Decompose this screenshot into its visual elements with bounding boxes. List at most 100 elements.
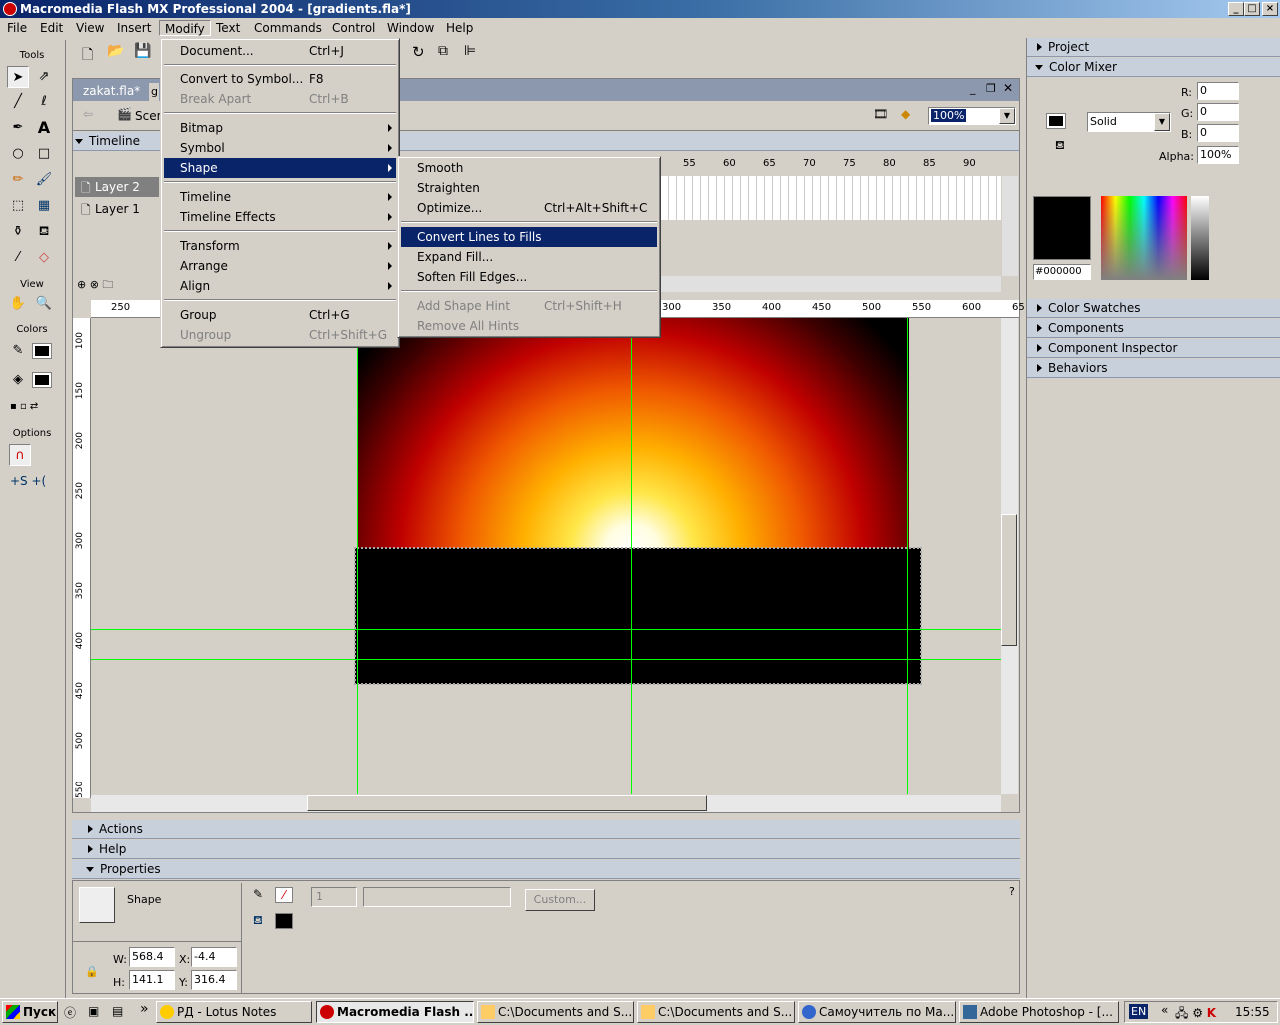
eraser-tool-icon[interactable]: ◇ [33, 247, 55, 269]
menu-item-symbol[interactable]: Symbol [164, 138, 396, 158]
doc-min-icon[interactable]: _ [970, 82, 976, 95]
menu-item-arrange[interactable]: Arrange [164, 256, 396, 276]
subselect-tool-icon[interactable]: ⇗ [33, 66, 55, 88]
add-layer-icons[interactable]: ⊕ ⊗ 🗀 [77, 276, 113, 295]
tray-expand-icon[interactable]: « [1161, 1003, 1168, 1017]
custom-stroke-button[interactable]: Custom... [525, 889, 595, 911]
stage-vscroll[interactable] [1001, 318, 1018, 794]
menu-edit[interactable]: Edit [35, 20, 68, 36]
menu-item-convert-lines-to-fills[interactable]: Convert Lines to Fills [401, 227, 657, 247]
menu-item-shape[interactable]: Shape [164, 158, 396, 178]
stroke-style-select[interactable] [363, 887, 511, 907]
save-icon[interactable]: 💾 [134, 43, 151, 59]
edit-scene-icon[interactable]: 🎞 [873, 107, 888, 121]
stroke-color-none-swatch[interactable]: ⁄ [275, 887, 293, 903]
help-question-icon[interactable]: ? [1009, 885, 1015, 898]
free-transform-tool-icon[interactable]: ⬚ [7, 195, 29, 217]
menu-item-expand-fill[interactable]: Expand Fill... [401, 247, 657, 267]
vscroll-thumb[interactable] [1001, 514, 1017, 646]
menu-item-straighten[interactable]: Straighten [401, 178, 657, 198]
doc-close-icon[interactable]: ✕ [1003, 81, 1013, 95]
hex-field[interactable]: #000000 [1033, 264, 1091, 280]
ink-bottle-tool-icon[interactable]: ⚱ [7, 221, 29, 243]
component-inspector-header[interactable]: Component Inspector [1027, 339, 1280, 358]
black-ground-shape-selected[interactable] [354, 547, 922, 685]
properties-panel-header[interactable]: Properties [72, 860, 1020, 879]
quicklaunch-icon-2[interactable]: ▤ [112, 1004, 123, 1018]
sunset-gradient-shape[interactable] [357, 318, 909, 550]
brightness-slider[interactable] [1191, 196, 1209, 280]
project-panel-header[interactable]: Project [1027, 38, 1280, 57]
back-arrow-icon[interactable]: ⇦ [83, 107, 93, 121]
chevron-down-icon[interactable]: ▼ [1154, 113, 1170, 131]
doc-tab-gradients[interactable]: g [149, 83, 159, 101]
minimize-button[interactable]: _ [1228, 2, 1244, 16]
components-header[interactable]: Components [1027, 319, 1280, 338]
text-tool-icon[interactable]: A [33, 117, 55, 139]
maximize-button[interactable]: □ [1244, 2, 1260, 16]
fill-color-swatch-props[interactable] [275, 913, 293, 929]
stroke-size-field[interactable]: 1 [311, 887, 357, 907]
lasso-tool-icon[interactable]: ℓ [33, 91, 55, 113]
stroke-color-swatch[interactable] [32, 343, 52, 359]
frame-grid[interactable] [661, 176, 1001, 220]
menu-item-document[interactable]: Document... Ctrl+J [164, 41, 396, 61]
green-field[interactable]: 0 [1197, 103, 1239, 121]
menu-item-group[interactable]: Group Ctrl+G [164, 305, 396, 325]
layer-row[interactable]: 🗋 Layer 2 [75, 177, 159, 197]
layer-row[interactable]: 🗋 Layer 1 [75, 199, 159, 219]
x-field[interactable]: -4.4 [191, 947, 237, 967]
menu-view[interactable]: View [71, 20, 109, 36]
menu-item-smooth[interactable]: Smooth [401, 158, 657, 178]
guide-line[interactable] [91, 659, 1001, 660]
paint-bucket-tool-icon[interactable]: ⛾ [33, 221, 55, 243]
menu-text[interactable]: Text [211, 20, 245, 36]
rotate-icon[interactable]: ↻ [412, 43, 425, 61]
ie-icon[interactable]: ⓔ [64, 1004, 76, 1021]
alpha-field[interactable]: 100% [1197, 146, 1239, 164]
arrow-tool-icon[interactable]: ➤ [7, 66, 29, 88]
menu-help[interactable]: Help [441, 20, 478, 36]
pen-tool-icon[interactable]: ✒ [7, 117, 29, 139]
color-mixer-header[interactable]: Color Mixer [1027, 58, 1280, 77]
menu-commands[interactable]: Commands [249, 20, 327, 36]
guide-line[interactable] [91, 629, 1001, 630]
tray-icons[interactable]: 🖧 ⚙ K [1175, 1004, 1216, 1025]
menu-item-bitmap[interactable]: Bitmap [164, 118, 396, 138]
snap-magnet-icon[interactable]: ∩ [9, 444, 31, 466]
lock-icon[interactable]: 🔒 [85, 965, 99, 978]
stage-hscroll[interactable] [91, 795, 1001, 812]
task-flash[interactable]: Macromedia Flash ... [316, 1001, 474, 1023]
quicklaunch-icon[interactable]: ▣ [88, 1004, 99, 1018]
zoom-select[interactable]: 100% ▼ [928, 107, 1016, 125]
doc-restore-icon[interactable]: ❐ [986, 82, 996, 95]
help-panel-header[interactable]: Help [72, 840, 1020, 859]
guide-line[interactable] [357, 318, 358, 794]
rectangle-tool-icon[interactable]: □ [33, 143, 55, 165]
red-field[interactable]: 0 [1197, 82, 1239, 100]
actions-panel-header[interactable]: Actions [72, 820, 1020, 839]
chevron-down-icon[interactable]: ▼ [999, 108, 1015, 124]
smooth-straighten-icons[interactable]: +S +( [10, 474, 46, 488]
start-button[interactable]: Пуск [2, 1001, 58, 1023]
fill-color-swatch[interactable] [32, 372, 52, 388]
pencil-tool-icon[interactable]: ✏ [7, 169, 29, 191]
hscroll-thumb[interactable] [307, 795, 707, 811]
task-explorer-2[interactable]: C:\Documents and S... [637, 1001, 795, 1023]
quicklaunch-more-icon[interactable]: » [140, 1001, 149, 1017]
menu-insert[interactable]: Insert [112, 20, 156, 36]
mixer-fill-swatch[interactable] [1046, 113, 1066, 129]
menu-item-timeline[interactable]: Timeline [164, 187, 396, 207]
blue-field[interactable]: 0 [1197, 124, 1239, 142]
line-tool-icon[interactable]: ╱ [7, 91, 29, 113]
menu-item-soften-fill-edges[interactable]: Soften Fill Edges... [401, 267, 657, 287]
task-lotus-notes[interactable]: РД - Lotus Notes [156, 1001, 312, 1023]
language-indicator[interactable]: EN [1129, 1004, 1149, 1019]
hand-tool-icon[interactable]: ✋ [7, 293, 29, 315]
width-field[interactable]: 568.4 [129, 947, 175, 967]
align-icon[interactable]: ⊫ [464, 43, 476, 59]
zoom-tool-icon[interactable]: 🔍 [33, 293, 55, 315]
y-field[interactable]: 316.4 [191, 970, 237, 990]
new-file-icon[interactable]: 🗋 [82, 44, 93, 68]
guide-line[interactable] [907, 318, 908, 794]
